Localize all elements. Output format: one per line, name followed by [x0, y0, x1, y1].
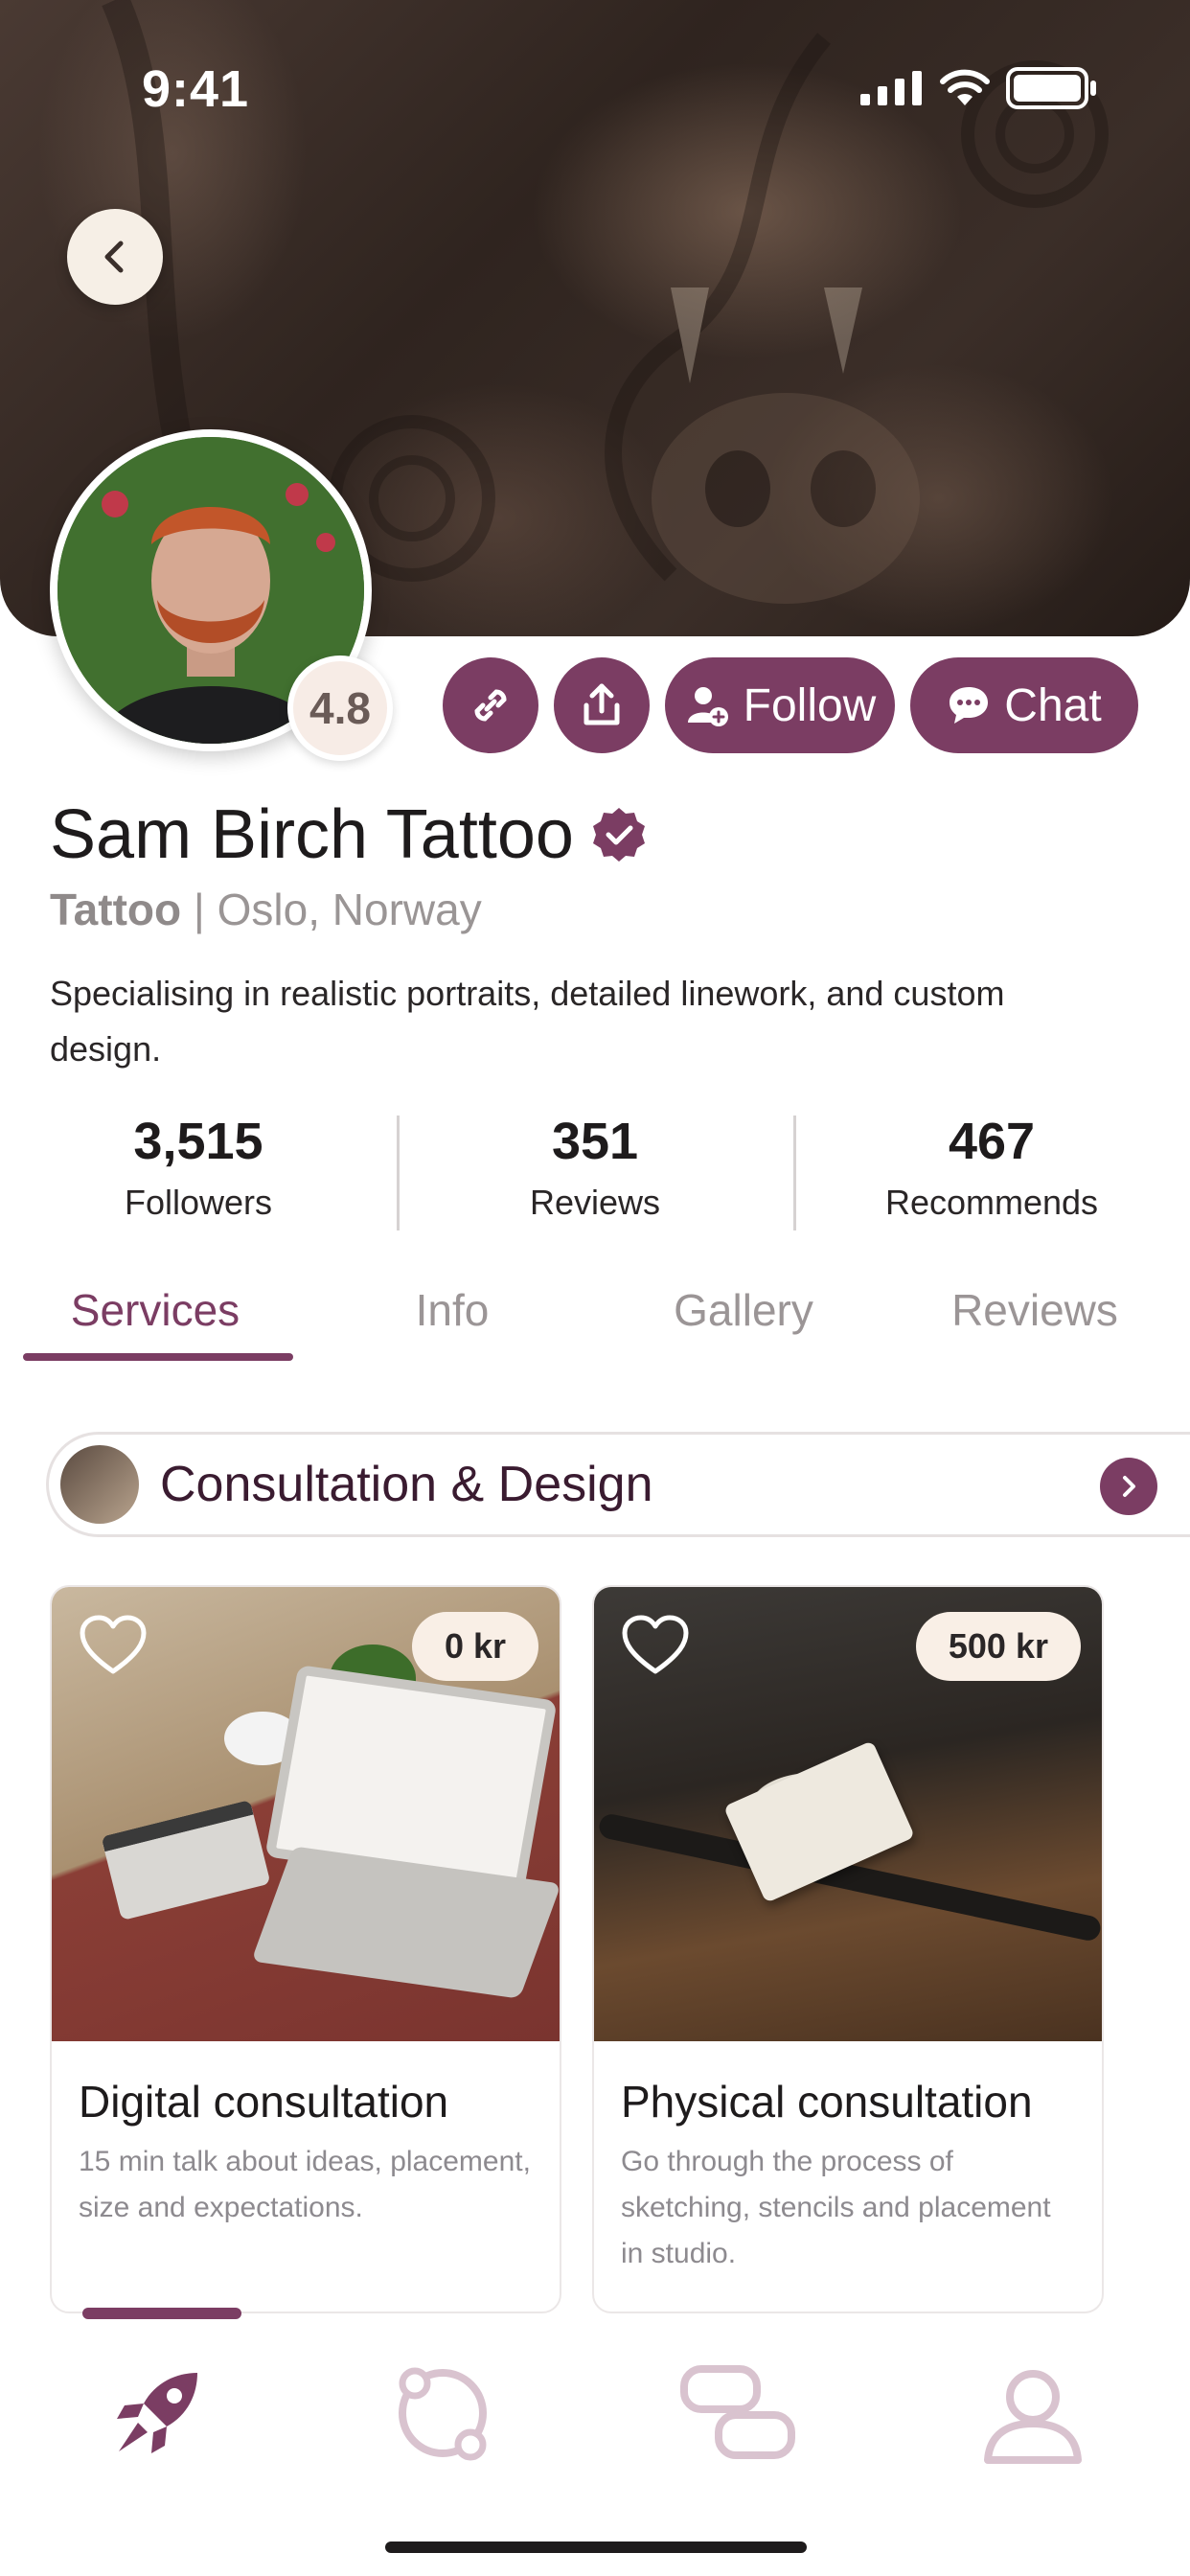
tab-services[interactable]: Services	[21, 1284, 289, 1336]
favorite-heart-icon[interactable]	[621, 1614, 690, 1677]
category-arrow-button[interactable]	[1100, 1458, 1157, 1515]
service-title: Physical consultation	[621, 2077, 1033, 2127]
subtitle-separator: |	[193, 885, 205, 934]
profile-category: Tattoo	[50, 885, 182, 934]
cards-icon	[680, 2365, 795, 2459]
wifi-icon	[940, 69, 990, 105]
tab-reviews[interactable]: Reviews	[901, 1284, 1169, 1336]
service-description: 15 min talk about ideas, placement, size…	[79, 2146, 531, 2223]
stat-reviews[interactable]: 351 Reviews	[397, 1112, 793, 1223]
status-icons	[860, 67, 1098, 109]
profile-header: Sam Birch Tattoo	[50, 795, 649, 874]
stats-row: 3,515 Followers 351 Reviews 467 Recommen…	[0, 1112, 1190, 1232]
chevron-left-icon	[104, 241, 124, 273]
profile-location: Oslo, Norway	[217, 885, 482, 934]
profile-name: Sam Birch Tattoo	[50, 796, 574, 873]
chat-label: Chat	[1004, 679, 1102, 731]
category-thumbnail	[60, 1445, 139, 1524]
service-category-header[interactable]: Consultation & Design	[46, 1432, 1190, 1537]
stat-label: Followers	[124, 1183, 273, 1222]
battery-icon	[1006, 67, 1096, 109]
stat-followers[interactable]: 3,515 Followers	[0, 1112, 397, 1223]
link-icon	[474, 689, 507, 722]
stat-recommends[interactable]: 467 Recommends	[793, 1112, 1190, 1223]
favorite-heart-icon[interactable]	[79, 1614, 148, 1677]
home-indicator[interactable]	[385, 2542, 807, 2553]
nav-item-profile[interactable]	[966, 2356, 1100, 2471]
nav-item-bookings[interactable]	[671, 2356, 805, 2471]
status-time: 9:41	[142, 60, 250, 118]
chat-button[interactable]: Chat	[910, 657, 1138, 753]
tab-active-indicator	[23, 1353, 293, 1361]
service-price: 500 kr	[915, 1612, 1081, 1681]
chat-bubble-icon	[950, 687, 989, 724]
nav-item-explore[interactable]	[90, 2356, 224, 2471]
nav-item-discover[interactable]	[376, 2356, 510, 2471]
verified-badge-icon	[592, 808, 645, 862]
service-price: 0 kr	[411, 1612, 538, 1681]
stat-value: 467	[948, 1113, 1036, 1170]
orbit-icon	[399, 2367, 487, 2461]
stat-label: Reviews	[529, 1183, 661, 1222]
service-card[interactable]: 500 kr Physical consultation Go through …	[592, 1585, 1104, 2313]
rocket-icon	[117, 2373, 197, 2453]
profile-subtitle: Tattoo | Oslo, Norway	[50, 884, 482, 935]
profile-description: Specialising in realistic portraits, det…	[50, 974, 1005, 1069]
share-button[interactable]	[554, 657, 650, 753]
user-icon	[984, 2370, 1082, 2464]
category-title: Consultation & Design	[160, 1457, 653, 1512]
service-title: Digital consultation	[79, 2077, 449, 2127]
signal-icon	[860, 71, 922, 105]
stat-value: 351	[551, 1113, 639, 1170]
share-icon	[584, 683, 620, 725]
tab-gallery[interactable]: Gallery	[609, 1284, 878, 1336]
service-card[interactable]: 0 kr Digital consultation 15 min talk ab…	[50, 1585, 561, 2313]
service-description: Go through the process of sketching, ste…	[621, 2146, 1051, 2269]
rating-badge: 4.8	[287, 656, 393, 761]
follow-button[interactable]: Follow	[665, 657, 895, 753]
add-user-icon	[687, 687, 728, 726]
tab-info[interactable]: Info	[318, 1284, 586, 1336]
stat-label: Recommends	[884, 1183, 1099, 1222]
back-button[interactable]	[67, 209, 163, 305]
copy-link-button[interactable]	[443, 657, 538, 753]
follow-label: Follow	[743, 679, 877, 731]
chevron-right-icon	[1123, 1476, 1135, 1497]
stat-value: 3,515	[133, 1113, 263, 1170]
bottom-nav-active-indicator	[82, 2308, 241, 2319]
